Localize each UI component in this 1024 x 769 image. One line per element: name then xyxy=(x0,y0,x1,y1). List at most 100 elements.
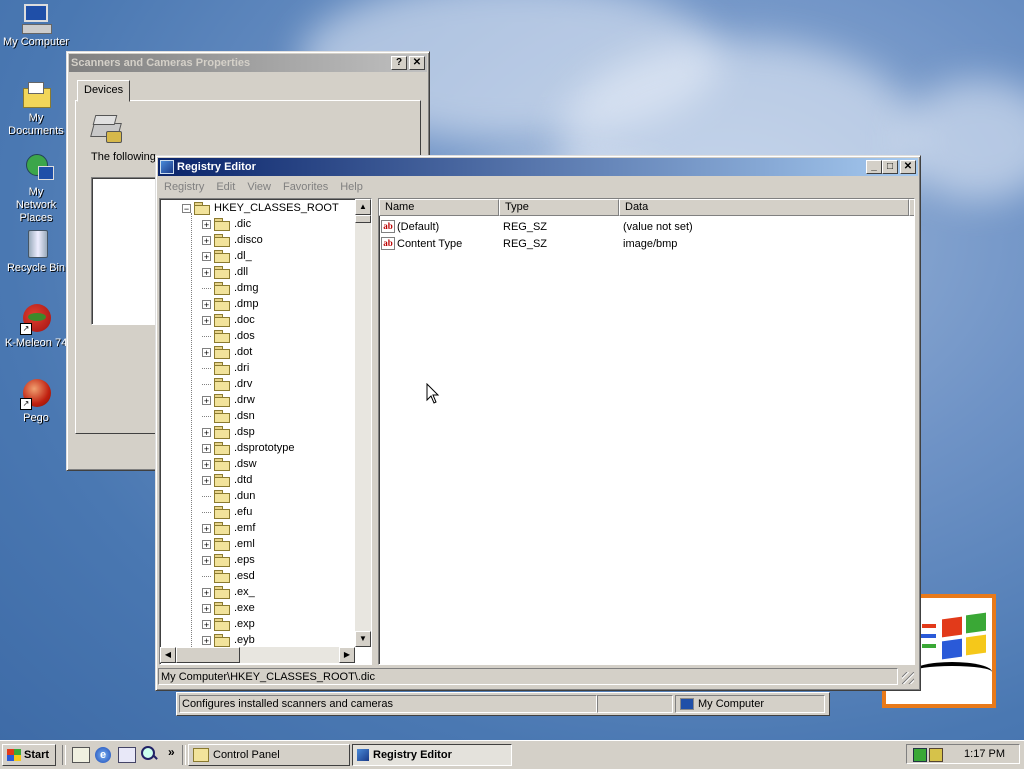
tree-node[interactable]: + .eml xyxy=(202,536,255,552)
tree-node[interactable]: .esd xyxy=(202,568,255,584)
value-row[interactable]: ab Content Type REG_SZ image/bmp xyxy=(381,235,911,252)
expand-icon[interactable]: + xyxy=(202,555,211,565)
expand-icon[interactable]: + xyxy=(202,251,211,261)
tree-node[interactable]: + .dtd xyxy=(202,472,252,488)
folder-icon xyxy=(214,474,230,487)
expand-icon[interactable]: + xyxy=(202,603,211,613)
menu-registry[interactable]: Registry xyxy=(158,181,210,193)
expand-icon[interactable]: + xyxy=(202,235,211,245)
tree-node[interactable]: + .emf xyxy=(202,520,255,536)
scroll-down-button[interactable]: ▼ xyxy=(355,631,371,647)
tree-node[interactable]: + .dll xyxy=(202,264,248,280)
task-control-panel[interactable]: Control Panel xyxy=(188,744,350,766)
tree-node[interactable]: + .dmp xyxy=(202,296,258,312)
menu-view[interactable]: View xyxy=(241,181,277,193)
tree-node[interactable]: + .eps xyxy=(202,552,255,568)
tree-node[interactable]: .dun xyxy=(202,488,255,504)
expand-icon[interactable]: + xyxy=(202,459,211,469)
scroll-thumb[interactable] xyxy=(176,647,240,663)
desktop-icon-my-computer[interactable]: My Computer xyxy=(2,2,70,49)
quicklaunch-ie-icon[interactable]: e xyxy=(95,747,111,763)
expand-icon[interactable]: + xyxy=(202,539,211,549)
tree-node[interactable]: + .dsprototype xyxy=(202,440,295,456)
tree-node[interactable]: + .disco xyxy=(202,232,263,248)
column-header-name[interactable]: Name xyxy=(379,199,499,216)
regedit-titlebar[interactable]: Registry Editor _ □ ✕ xyxy=(158,158,918,176)
expand-icon[interactable]: + xyxy=(202,427,211,437)
tree-node[interactable]: + .exp xyxy=(202,616,255,632)
resize-grip-icon[interactable] xyxy=(902,672,914,684)
folder-icon xyxy=(214,394,230,407)
close-button[interactable]: ✕ xyxy=(409,56,425,70)
expand-icon[interactable]: + xyxy=(202,619,211,629)
values-list-pane[interactable]: Name Type Data ab (Default) REG_SZ (valu… xyxy=(378,198,915,665)
key-tree-pane[interactable]: − HKEY_CLASSES_ROOT + .dic + .disco + .dl_ + .d… xyxy=(159,198,372,665)
tree-node[interactable]: + .doc xyxy=(202,312,255,328)
tray-network-icon[interactable] xyxy=(913,748,927,762)
tree-node[interactable]: .efu xyxy=(202,504,252,520)
tree-node[interactable]: + .exe xyxy=(202,600,255,616)
task-registry-editor[interactable]: Registry Editor xyxy=(352,744,512,766)
scroll-left-button[interactable]: ◀ xyxy=(160,647,176,663)
collapse-icon[interactable]: − xyxy=(182,203,191,213)
tree-node[interactable]: + .dic xyxy=(202,216,251,232)
scanners-titlebar[interactable]: Scanners and Cameras Properties ? ✕ xyxy=(69,54,427,72)
minimize-button[interactable]: _ xyxy=(866,160,882,174)
tree-hscrollbar[interactable]: ◀ ▶ xyxy=(160,647,355,663)
quicklaunch-outlook-icon[interactable] xyxy=(118,747,136,763)
expand-icon[interactable]: + xyxy=(202,267,211,277)
quicklaunch-desktop-icon[interactable] xyxy=(72,747,90,763)
devices-list[interactable] xyxy=(91,177,157,325)
folder-icon xyxy=(214,458,230,471)
expand-icon[interactable]: + xyxy=(202,523,211,533)
desktop-icon-my-documents[interactable]: My Documents xyxy=(2,78,70,138)
expand-icon[interactable]: + xyxy=(202,315,211,325)
tree-node[interactable]: .dmg xyxy=(202,280,258,296)
tree-node[interactable]: .drv xyxy=(202,376,252,392)
desktop-icon-network-places[interactable]: My Network Places xyxy=(2,152,70,225)
expand-icon[interactable]: + xyxy=(202,347,211,357)
tree-node[interactable]: + .eyb xyxy=(202,632,255,648)
tree-vscrollbar[interactable]: ▲ ▼ xyxy=(355,199,371,647)
menu-favorites[interactable]: Favorites xyxy=(277,181,334,193)
scroll-right-button[interactable]: ▶ xyxy=(339,647,355,663)
tree-node[interactable]: .dos xyxy=(202,328,255,344)
menu-edit[interactable]: Edit xyxy=(210,181,241,193)
tree-node[interactable]: + .dl_ xyxy=(202,248,252,264)
quicklaunch-search-icon[interactable] xyxy=(141,746,158,762)
tree-node[interactable]: + .ex_ xyxy=(202,584,255,600)
tree-node[interactable]: + .drw xyxy=(202,392,255,408)
expand-icon[interactable]: + xyxy=(202,475,211,485)
clock[interactable]: 1:17 PM xyxy=(964,748,1005,760)
tree-node[interactable]: .dri xyxy=(202,360,249,376)
tree-root-node[interactable]: − HKEY_CLASSES_ROOT xyxy=(182,200,339,216)
desktop-icon-pego[interactable]: ↗ Pego xyxy=(2,378,70,425)
tree-node[interactable]: + .dot xyxy=(202,344,252,360)
tree-node[interactable]: .dsn xyxy=(202,408,255,424)
scroll-thumb[interactable] xyxy=(355,215,371,223)
expand-icon[interactable]: + xyxy=(202,443,211,453)
expand-icon[interactable]: + xyxy=(202,587,211,597)
tray-volume-icon[interactable] xyxy=(929,748,943,762)
registry-editor-window[interactable]: Registry Editor _ □ ✕ Registry Edit View… xyxy=(155,155,921,691)
value-row[interactable]: ab (Default) REG_SZ (value not set) xyxy=(381,218,911,235)
column-header-data[interactable]: Data xyxy=(619,199,909,216)
tab-devices[interactable]: Devices xyxy=(77,80,131,102)
expand-icon[interactable]: + xyxy=(202,219,211,229)
quicklaunch-more-icon[interactable]: » xyxy=(168,745,175,759)
start-button[interactable]: Start xyxy=(2,744,56,766)
computer-icon xyxy=(20,2,52,34)
tree-node[interactable]: + .dsw xyxy=(202,456,257,472)
expand-icon[interactable]: + xyxy=(202,395,211,405)
desktop-icon-recycle-bin[interactable]: Recycle Bin xyxy=(2,228,70,275)
close-button[interactable]: ✕ xyxy=(900,160,916,174)
desktop-icon-k-meleon[interactable]: ↗ K-Meleon 74 xyxy=(2,303,70,350)
expand-icon[interactable]: + xyxy=(202,635,211,645)
maximize-button[interactable]: □ xyxy=(882,160,898,174)
scroll-up-button[interactable]: ▲ xyxy=(355,199,371,215)
tree-node[interactable]: + .dsp xyxy=(202,424,255,440)
help-button[interactable]: ? xyxy=(391,56,407,70)
column-header-type[interactable]: Type xyxy=(499,199,619,216)
expand-icon[interactable]: + xyxy=(202,299,211,309)
menu-help[interactable]: Help xyxy=(334,181,369,193)
